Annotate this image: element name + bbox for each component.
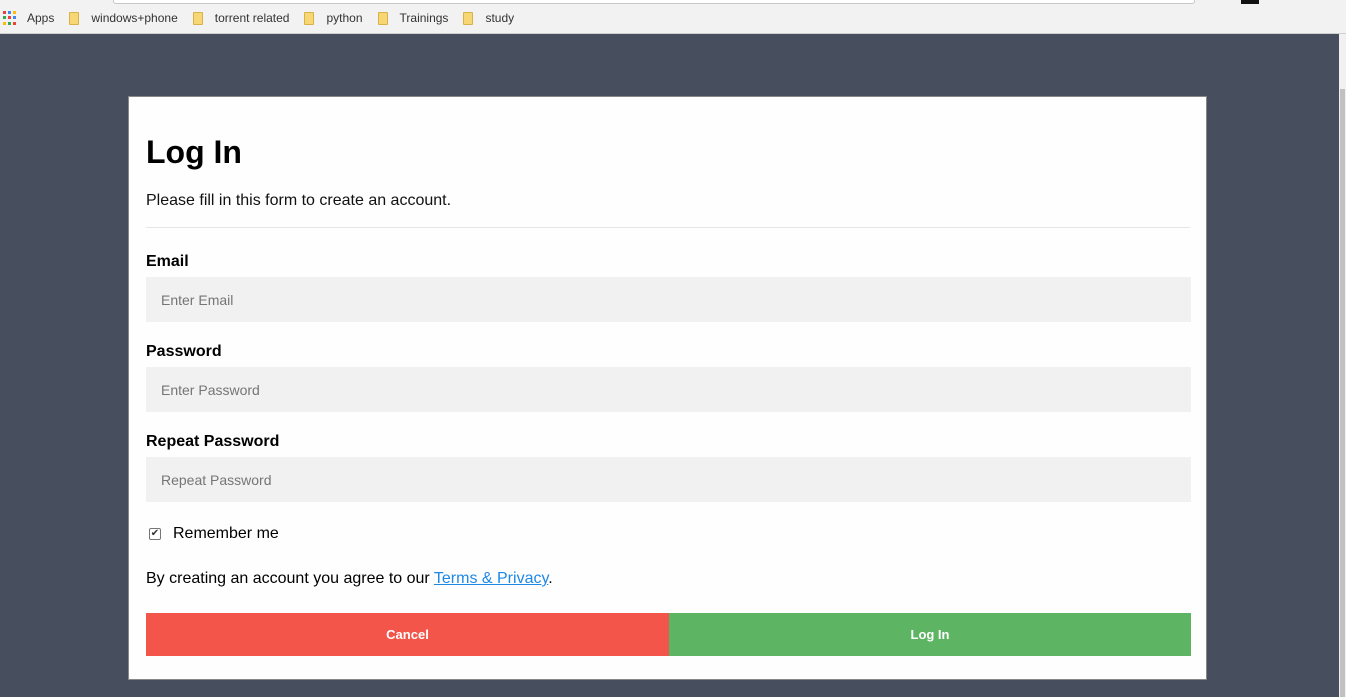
password-field[interactable] bbox=[146, 367, 1191, 412]
terms-text: By creating an account you agree to our … bbox=[146, 570, 553, 588]
bookmark-label: Apps bbox=[27, 11, 55, 25]
bookmark-trainings[interactable]: Trainings bbox=[376, 11, 449, 25]
email-label: Email bbox=[146, 253, 189, 270]
extension-icon[interactable] bbox=[1241, 0, 1259, 4]
bookmark-windows-phone[interactable]: windows+phone bbox=[67, 11, 178, 25]
apps-grid-icon bbox=[3, 11, 17, 25]
folder-icon bbox=[192, 11, 203, 25]
bookmarks-bar: Apps windows+phone torrent related pytho… bbox=[0, 8, 527, 28]
remember-label: Remember me bbox=[173, 525, 279, 542]
folder-icon bbox=[304, 11, 315, 25]
terms-suffix: . bbox=[548, 570, 553, 587]
folder-icon bbox=[463, 11, 474, 25]
bookmark-label: Trainings bbox=[399, 11, 449, 25]
page-scrollbar[interactable] bbox=[1339, 34, 1346, 697]
repeat-password-field[interactable] bbox=[146, 457, 1191, 502]
form-subtitle: Please fill in this form to create an ac… bbox=[146, 192, 452, 209]
remember-checkbox[interactable]: ✔ bbox=[149, 528, 161, 540]
cancel-button[interactable]: Cancel bbox=[146, 613, 669, 656]
bookmark-label: torrent related bbox=[214, 11, 290, 25]
bookmark-label: windows+phone bbox=[91, 11, 178, 25]
bookmark-python[interactable]: python bbox=[302, 11, 363, 25]
remember-me[interactable]: ✔ Remember me bbox=[149, 525, 279, 543]
divider bbox=[146, 227, 1190, 228]
checkmark-icon: ✔ bbox=[150, 528, 160, 539]
bookmark-apps[interactable]: Apps bbox=[0, 11, 54, 25]
folder-icon bbox=[377, 11, 388, 25]
bookmark-torrent-related[interactable]: torrent related bbox=[191, 11, 290, 25]
login-modal: Log In Please fill in this form to creat… bbox=[128, 96, 1207, 680]
password-label: Password bbox=[146, 343, 222, 360]
bookmark-label: python bbox=[326, 11, 363, 25]
email-field[interactable] bbox=[146, 277, 1191, 322]
folder-icon bbox=[69, 11, 80, 25]
repeat-password-label: Repeat Password bbox=[146, 433, 280, 450]
scrollbar-thumb[interactable] bbox=[1340, 89, 1345, 697]
page-title: Log In bbox=[146, 134, 242, 170]
terms-link[interactable]: Terms & Privacy bbox=[434, 570, 548, 587]
address-bar[interactable] bbox=[113, 0, 1195, 4]
login-button[interactable]: Log In bbox=[669, 613, 1191, 656]
terms-prefix: By creating an account you agree to our bbox=[146, 570, 434, 587]
bookmark-study[interactable]: study bbox=[461, 11, 514, 25]
bookmark-label: study bbox=[485, 11, 515, 25]
browser-chrome: Apps windows+phone torrent related pytho… bbox=[0, 0, 1346, 34]
